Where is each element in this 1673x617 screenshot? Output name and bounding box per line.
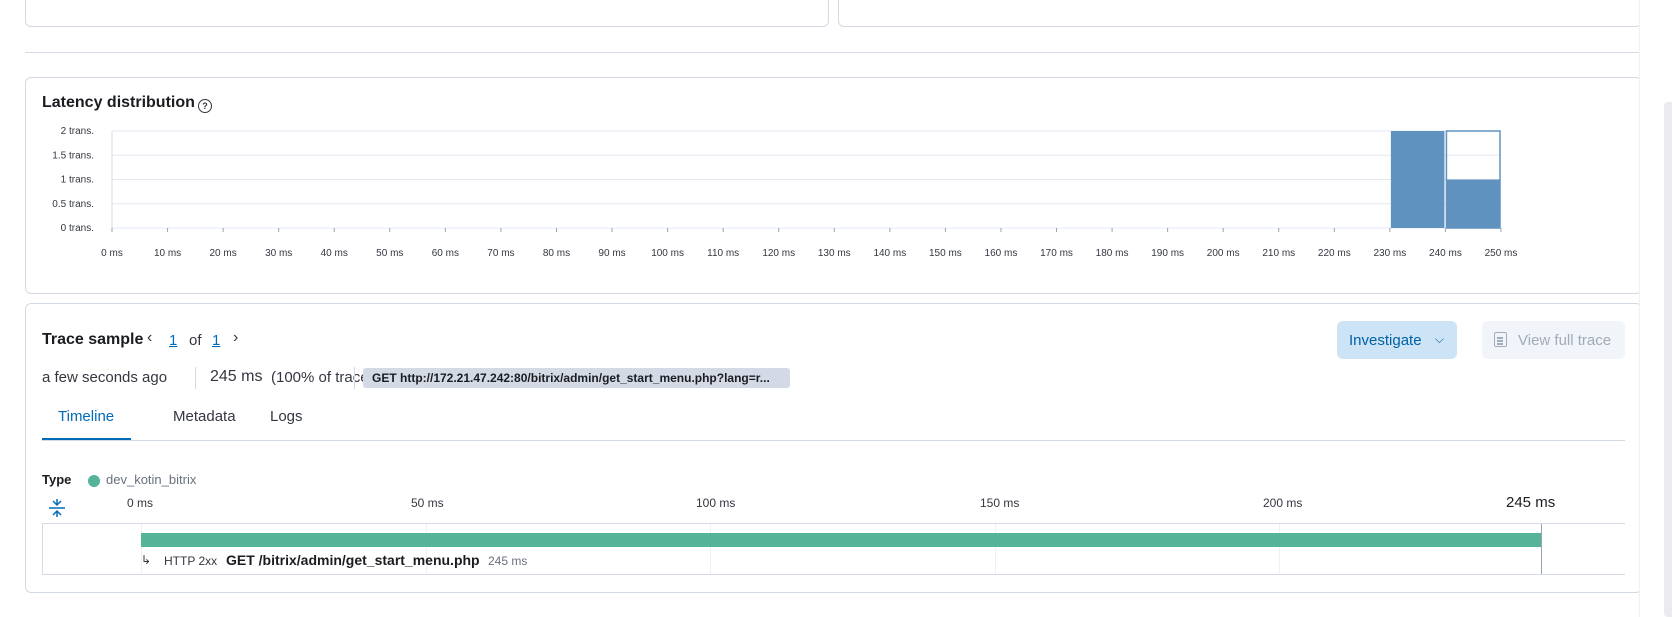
timeline-tick: 0 ms [127,496,154,510]
type-legend-label: Type [42,472,72,487]
x-tick-label: 200 ms [1207,248,1240,259]
grid-line [995,524,996,574]
grid-line [710,524,711,574]
x-tick-label: 140 ms [873,248,906,259]
prev-sample-chevron-left-icon[interactable]: ‹ [147,329,152,347]
sample-timestamp: a few seconds ago [42,369,168,386]
x-tick-label: 70 ms [487,248,514,259]
tab-metadata[interactable]: Metadata [173,408,236,425]
current-sample-link[interactable]: 1 [169,332,177,349]
sample-of-label: of [189,332,202,349]
chart-y-ticks: 0 trans. 0.5 trans. 1 trans. 1.5 trans. 2 tr… [52,126,94,234]
view-full-trace-button[interactable]: View full trace [1482,321,1625,359]
collapse-all-icon[interactable] [47,498,67,518]
timeline-tick: 100 ms [696,496,736,510]
active-tab-underline [42,438,131,440]
tab-timeline[interactable]: Timeline [58,408,114,425]
y-tick-label: 0.5 trans. [52,199,94,210]
grid-line [1279,524,1280,574]
waterfall: ↳ HTTP 2xx GET /bitrix/admin/get_start_m… [42,523,1625,575]
total-samples-link[interactable]: 1 [212,332,220,349]
x-tick-label: 180 ms [1096,248,1129,259]
meta-divider [195,367,196,389]
x-tick-label: 170 ms [1040,248,1073,259]
span-duration-bar[interactable] [141,533,1541,547]
meta-divider [354,367,355,389]
y-tick-label: 0 trans. [61,223,94,234]
chevron-down-icon: ⌵ [1434,332,1444,346]
x-tick-label: 90 ms [598,248,625,259]
x-tick-label: 10 ms [154,248,181,259]
span-duration: 245 ms [488,554,528,568]
sample-duration-percent: (100% of trace) [271,369,374,386]
span-name[interactable]: GET /bitrix/admin/get_start_menu.php [226,552,480,568]
x-tick-label: 60 ms [432,248,459,259]
tab-logs[interactable]: Logs [270,408,303,425]
x-tick-label: 30 ms [265,248,292,259]
x-tick-label: 110 ms [707,248,739,259]
trace-end-line [1541,524,1542,574]
chart-grid [111,130,1502,232]
view-full-trace-label: View full trace [1518,332,1612,349]
x-tick-label: 100 ms [651,248,684,259]
y-tick-label: 1 trans. [61,175,94,186]
latency-bar[interactable] [1446,179,1500,229]
chart-x-ticks: 0 ms 10 ms 20 ms 30 ms 40 ms 50 ms 60 ms 70 ms 8… [101,248,1517,259]
y-tick-label: 1.5 trans. [52,150,94,161]
trace-tabs: Timeline Metadata Logs [42,396,1625,441]
x-tick-label: 230 ms [1373,248,1406,259]
document-icon [1494,332,1507,347]
top-right-panel [838,0,1642,27]
trace-sample-title: Trace sample [42,331,144,348]
merge-icon: ↳ [141,553,152,567]
x-tick-label: 80 ms [543,248,570,259]
page-scrollbar[interactable] [1639,0,1673,617]
latency-distribution-panel: Latency distribution ? 0 trans. 0.5 trans… [25,77,1642,294]
span-http-status: HTTP 2xx [164,554,218,568]
timeline-tick: 50 ms [411,496,444,510]
x-tick-label: 0 ms [101,248,123,259]
trace-sample-panel: Trace sample ‹ 1 of 1 › Investigate ⌵ Vi… [25,303,1642,593]
top-left-panel [25,0,829,27]
transaction-url-badge[interactable]: GET http://172.21.47.242:80/bitrix/admin… [363,368,790,388]
section-separator [25,52,1642,53]
next-sample-chevron-right-icon[interactable]: › [233,329,238,347]
x-tick-label: 220 ms [1318,248,1351,259]
scrollbar-thumb[interactable] [1664,102,1672,617]
x-tick-label: 240 ms [1429,248,1462,259]
x-tick-label: 120 ms [762,248,795,259]
x-tick-label: 130 ms [818,248,851,259]
main-area: Latency distribution ? 0 trans. 0.5 trans… [0,0,1642,617]
latency-chart[interactable]: 0 trans. 0.5 trans. 1 trans. 1.5 trans. 2 tr… [26,78,1643,295]
x-tick-label: 190 ms [1151,248,1184,259]
service-name: dev_kotin_bitrix [106,472,197,487]
x-tick-label: 50 ms [376,248,403,259]
x-tick-label: 250 ms [1485,248,1518,259]
x-tick-label: 210 ms [1262,248,1295,259]
timeline-tick: 150 ms [980,496,1020,510]
investigate-label: Investigate [1349,332,1422,349]
x-tick-label: 150 ms [929,248,962,259]
x-tick-label: 20 ms [210,248,237,259]
x-tick-label: 40 ms [321,248,348,259]
timeline-end-label: 245 ms [1506,494,1556,511]
timeline-tick: 200 ms [1263,496,1303,510]
service-color-dot [88,475,100,487]
y-tick-label: 2 trans. [61,126,94,137]
sample-duration: 245 ms [210,368,263,385]
latency-bar[interactable] [1390,131,1445,228]
investigate-button[interactable]: Investigate ⌵ [1337,321,1457,359]
x-tick-label: 160 ms [985,248,1018,259]
